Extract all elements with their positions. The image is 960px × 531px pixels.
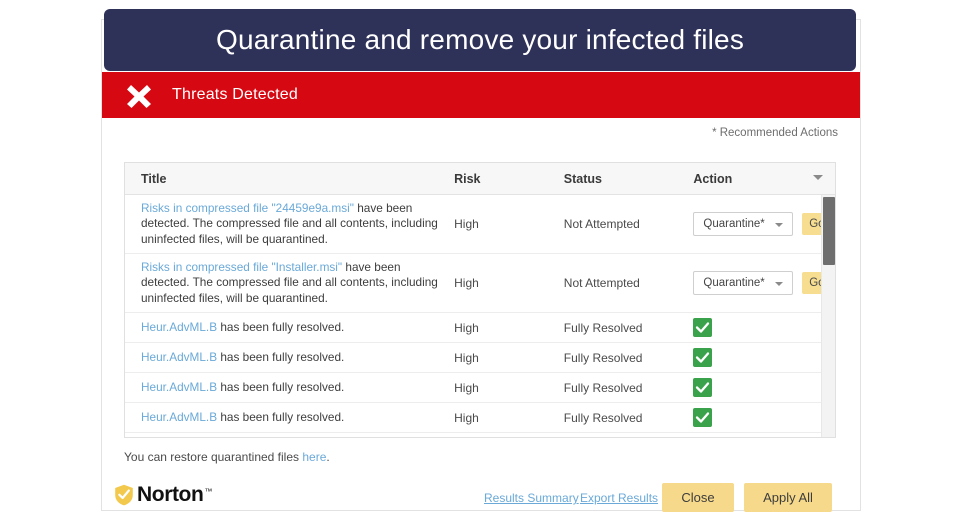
recommended-actions-note: * Recommended Actions bbox=[712, 127, 838, 139]
window-footer: Norton ™ Results Summary Export Results … bbox=[102, 473, 860, 531]
cell-title: Heur.AdvML.B has been fully resolved. bbox=[125, 350, 454, 366]
window-title: Threats Detected bbox=[172, 86, 298, 103]
results-summary-link[interactable]: Results Summary bbox=[484, 491, 579, 505]
cell-risk: High bbox=[454, 217, 479, 231]
chevron-down-icon bbox=[775, 282, 784, 286]
resolved-check-icon bbox=[693, 378, 713, 397]
threat-description: has been fully resolved. bbox=[217, 349, 345, 364]
threat-x-icon bbox=[127, 85, 151, 108]
cell-risk: High bbox=[454, 380, 479, 395]
table-row[interactable]: Heur.AdvML.B has been fully resolved. Hi… bbox=[125, 403, 835, 433]
resolved-check-icon bbox=[693, 348, 713, 367]
threat-link[interactable]: Risks in compressed file "24459e9a.msi" bbox=[141, 201, 354, 215]
cell-title: Heur.AdvML.B has been fully resolved. bbox=[125, 320, 454, 336]
chevron-down-icon[interactable] bbox=[813, 175, 823, 180]
table-scrollbar[interactable] bbox=[821, 195, 835, 437]
resolved-check-icon bbox=[693, 408, 713, 427]
cell-risk: High bbox=[454, 350, 479, 365]
threat-description: has been fully resolved. bbox=[217, 379, 345, 394]
cell-title: Heur.AdvML.B has been fully resolved. bbox=[125, 380, 454, 396]
promo-banner-text: Quarantine and remove your infected file… bbox=[215, 24, 745, 55]
action-select-value: Quarantine* bbox=[703, 218, 765, 230]
action-select-value: Quarantine* bbox=[703, 277, 765, 289]
restore-here-link[interactable]: here bbox=[302, 450, 326, 464]
table-header-row: Title Risk Status Action bbox=[125, 163, 835, 195]
table-row[interactable]: Risks in compressed file "Installer.msi"… bbox=[125, 254, 835, 313]
cell-status: Fully Resolved bbox=[563, 320, 643, 335]
table-row[interactable]: Risks in compressed file "24459e9a.msi" … bbox=[125, 195, 835, 254]
cell-action bbox=[693, 408, 835, 427]
column-header-status[interactable]: Status bbox=[564, 172, 694, 186]
trademark-mark: ™ bbox=[204, 487, 213, 496]
action-select[interactable]: Quarantine* bbox=[693, 212, 794, 236]
cell-risk: High bbox=[454, 320, 479, 335]
restore-text-after: . bbox=[326, 450, 330, 464]
cell-status: Not Attempted bbox=[563, 276, 640, 290]
promo-banner: Quarantine and remove your infected file… bbox=[104, 9, 856, 71]
cell-status: Fully Resolved bbox=[563, 380, 643, 395]
column-header-risk[interactable]: Risk bbox=[454, 172, 564, 186]
cell-title: Risks in compressed file "24459e9a.msi" … bbox=[125, 201, 454, 248]
threat-description: has been fully resolved. bbox=[217, 319, 345, 334]
threat-description: has been fully resolved. bbox=[217, 409, 345, 424]
cell-status: Not Attempted bbox=[563, 217, 640, 231]
threat-link[interactable]: Heur.AdvML.B bbox=[141, 320, 217, 334]
cell-action bbox=[693, 348, 835, 367]
cell-risk: High bbox=[454, 410, 479, 425]
cell-status: Fully Resolved bbox=[563, 350, 643, 365]
cell-action: Quarantine* Go bbox=[693, 271, 835, 295]
table-row[interactable]: Heur.AdvML.B has been fully resolved. Hi… bbox=[125, 313, 835, 343]
close-button[interactable]: Close bbox=[662, 483, 734, 512]
norton-threats-window: Threats Detected * Recommended Actions T… bbox=[102, 20, 860, 512]
resolved-check-icon bbox=[693, 318, 713, 337]
norton-wordmark: Norton bbox=[137, 483, 204, 506]
table-row[interactable]: Heur.AdvML.B has been fully resolved. Hi… bbox=[125, 373, 835, 403]
action-select[interactable]: Quarantine* bbox=[693, 271, 794, 295]
cell-action bbox=[693, 378, 835, 397]
window-titlebar: Threats Detected bbox=[102, 72, 860, 118]
cell-action bbox=[693, 318, 835, 337]
table-row[interactable]: Heur.AdvML.B has been fully resolved. Hi… bbox=[125, 343, 835, 373]
table-rows-scroll-area: Risks in compressed file "24459e9a.msi" … bbox=[125, 195, 835, 437]
export-results-link[interactable]: Export Results bbox=[580, 491, 658, 505]
threat-link[interactable]: Heur.AdvML.B bbox=[141, 380, 217, 394]
cell-title: Risks in compressed file "Installer.msi"… bbox=[125, 260, 454, 307]
threat-link[interactable]: Risks in compressed file "Installer.msi" bbox=[141, 260, 342, 274]
norton-shield-check-icon bbox=[115, 484, 133, 506]
scrollbar-thumb[interactable] bbox=[823, 197, 835, 265]
cell-title: Heur.AdvML.B has been fully resolved. bbox=[125, 410, 454, 426]
restore-quarantined-note: You can restore quarantined files here. bbox=[124, 450, 330, 464]
column-header-title[interactable]: Title bbox=[125, 172, 454, 186]
norton-logo: Norton ™ bbox=[114, 483, 212, 507]
threats-table: Title Risk Status Action Risks in compre… bbox=[124, 162, 836, 438]
apply-all-button[interactable]: Apply All bbox=[744, 483, 832, 512]
threat-link[interactable]: Heur.AdvML.B bbox=[141, 410, 217, 424]
panel-body: * Recommended Actions Title Risk Status … bbox=[102, 118, 860, 512]
restore-text-before: You can restore quarantined files bbox=[124, 450, 303, 464]
cell-risk: High bbox=[454, 276, 479, 290]
cell-status: Fully Resolved bbox=[563, 410, 643, 425]
cell-action: Quarantine* Go bbox=[693, 212, 835, 236]
threat-link[interactable]: Heur.AdvML.B bbox=[141, 350, 217, 364]
table-row-partial[interactable] bbox=[125, 433, 835, 437]
chevron-down-icon bbox=[775, 223, 784, 227]
